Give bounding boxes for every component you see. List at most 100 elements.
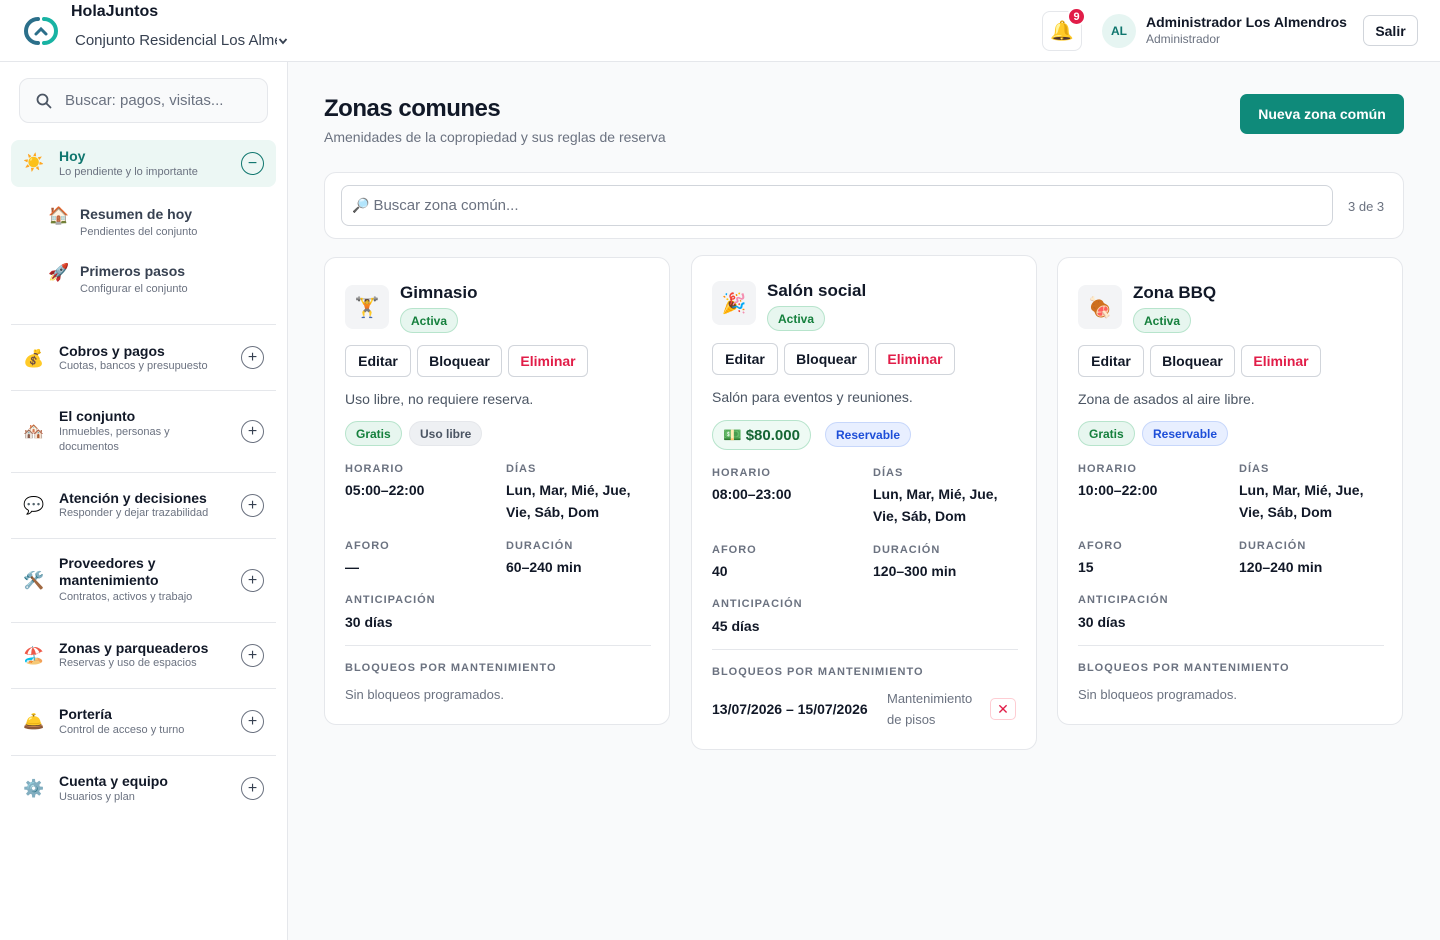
expand-icon[interactable]: + xyxy=(241,777,264,800)
zone-description: Zona de asados al aire libre. xyxy=(1078,391,1255,407)
condo-selector[interactable]: Conjunto Residencial Los Almendros xyxy=(75,32,288,49)
top-header: HolaJuntos Conjunto Residencial Los Alme… xyxy=(0,0,1440,62)
sidebar-item-porteria[interactable]: 🛎️ Portería Control de acceso y turno + xyxy=(11,689,276,755)
dias-value: Lun, Mar, Mié, Jue, Vie, Sáb, Dom xyxy=(873,486,998,524)
house-icon: 🏠 xyxy=(48,206,70,225)
sidebar-item-conjunto[interactable]: 🏘️ El conjunto Inmuebles, personas y doc… xyxy=(11,391,276,472)
app-logo[interactable] xyxy=(22,14,60,48)
sidebar-item-sublabel: Usuarios y plan xyxy=(59,791,135,803)
delete-button[interactable]: Eliminar xyxy=(1241,345,1321,377)
delete-button[interactable]: Eliminar xyxy=(508,345,588,377)
tools-icon: 🛠️ xyxy=(23,571,45,590)
sidebar-item-label: Zonas y parqueaderos xyxy=(59,640,209,656)
sidebar-subitem-label: Resumen de hoy xyxy=(80,206,193,222)
zone-name: Salón social xyxy=(767,281,867,300)
close-icon: ✕ xyxy=(997,700,1009,717)
chevron-down-icon xyxy=(278,37,288,44)
price-badge: 💵 $80.000 xyxy=(712,420,811,450)
zone-card-gimnasio: 🏋️ Gimnasio Activa Editar Bloquear Elimi… xyxy=(324,257,670,725)
sidebar-item-zonas[interactable]: 🏖️ Zonas y parqueaderos Reservas y uso d… xyxy=(11,623,276,688)
price-badge: Gratis xyxy=(1078,421,1135,446)
expand-icon[interactable]: + xyxy=(241,420,264,443)
dias-label: DÍAS xyxy=(873,467,904,479)
horario-label: HORARIO xyxy=(712,467,771,479)
dias-value: Lun, Mar, Mié, Jue, Vie, Sáb, Dom xyxy=(1239,482,1364,520)
expand-icon[interactable]: + xyxy=(241,569,264,592)
rocket-icon: 🚀 xyxy=(48,263,70,282)
anticipacion-label: ANTICIPACIÓN xyxy=(712,598,803,610)
duracion-label: DURACIÓN xyxy=(873,544,941,556)
zone-card-salon-social: 🎉 Salón social Activa Editar Bloquear El… xyxy=(691,255,1037,750)
sidebar-item-sublabel: Control de acceso y turno xyxy=(59,724,185,736)
delete-button[interactable]: Eliminar xyxy=(875,343,955,375)
party-popper-icon: 🎉 xyxy=(712,281,756,325)
sidebar-subitem-primeros-pasos[interactable]: 🚀 Primeros pasos Configurar el conjunto xyxy=(48,263,268,299)
anticipacion-value: 30 días xyxy=(1078,614,1126,630)
sidebar-item-sublabel: Cuotas, bancos y presupuesto xyxy=(59,360,208,372)
horario-value: 10:00–22:00 xyxy=(1078,482,1158,498)
zone-search-input[interactable]: 🔎 Buscar zona común... xyxy=(341,185,1333,226)
edit-button[interactable]: Editar xyxy=(345,345,411,377)
bloqueos-label: BLOQUEOS POR MANTENIMIENTO xyxy=(345,662,557,674)
sidebar-item-sublabel: Inmuebles, personas y documentos xyxy=(59,426,170,453)
sidebar-item-label: El conjunto xyxy=(59,408,136,424)
page-title: Zonas comunes xyxy=(324,95,501,122)
user-role: Administrador xyxy=(1146,32,1221,46)
zone-description: Salón para eventos y reuniones. xyxy=(712,389,913,405)
sidebar-item-cobros[interactable]: 💰 Cobros y pagos Cuotas, bancos y presup… xyxy=(11,325,276,390)
money-bag-icon: 💰 xyxy=(23,349,45,368)
expand-icon[interactable]: + xyxy=(241,494,264,517)
sidebar-item-label: Hoy xyxy=(59,148,86,164)
duracion-value: 120–240 min xyxy=(1239,559,1323,575)
sidebar-item-proveedores[interactable]: 🛠️ Proveedores y mantenimiento Contratos… xyxy=(11,539,276,622)
remove-block-button[interactable]: ✕ xyxy=(990,698,1016,720)
block-button[interactable]: Bloquear xyxy=(417,345,502,377)
anticipacion-value: 30 días xyxy=(345,614,393,630)
logout-button[interactable]: Salir xyxy=(1363,15,1418,46)
block-button[interactable]: Bloquear xyxy=(1150,345,1235,377)
horario-value: 05:00–22:00 xyxy=(345,482,425,498)
divider xyxy=(1078,645,1384,646)
zone-description: Uso libre, no requiere reserva. xyxy=(345,391,534,407)
notifications-badge: 9 xyxy=(1067,7,1086,26)
sidebar-item-atencion[interactable]: 💬 Atención y decisiones Responder y deja… xyxy=(11,473,276,538)
sidebar-item-label: Atención y decisiones xyxy=(59,490,207,506)
results-count: 3 de 3 xyxy=(1348,199,1385,214)
expand-icon[interactable]: + xyxy=(241,644,264,667)
no-blocks-text: Sin bloqueos programados. xyxy=(1078,687,1237,702)
duracion-label: DURACIÓN xyxy=(1239,540,1307,552)
avatar[interactable]: AL xyxy=(1102,14,1136,48)
dias-value: Lun, Mar, Mié, Jue, Vie, Sáb, Dom xyxy=(506,482,631,520)
sidebar-item-cuenta[interactable]: ⚙️ Cuenta y equipo Usuarios y plan + xyxy=(11,756,276,821)
block-button[interactable]: Bloquear xyxy=(784,343,869,375)
sidebar-item-hoy[interactable]: ☀️ Hoy Lo pendiente y lo importante − xyxy=(11,140,276,187)
weightlifter-icon: 🏋️ xyxy=(345,285,389,329)
user-name: Administrador Los Almendros xyxy=(1146,14,1347,30)
edit-button[interactable]: Editar xyxy=(1078,345,1144,377)
edit-button[interactable]: Editar xyxy=(712,343,778,375)
expand-icon[interactable]: + xyxy=(241,346,264,369)
meat-icon: 🍖 xyxy=(1078,285,1122,329)
zone-name: Zona BBQ xyxy=(1133,283,1217,302)
collapse-icon[interactable]: − xyxy=(241,152,264,175)
duracion-value: 120–300 min xyxy=(873,563,957,579)
sidebar-item-label: Proveedores y mantenimiento xyxy=(59,555,159,588)
houses-icon: 🏘️ xyxy=(23,422,45,441)
sidebar: Buscar: pagos, visitas... ☀️ Hoy Lo pend… xyxy=(0,62,288,940)
sidebar-search[interactable]: Buscar: pagos, visitas... xyxy=(19,78,268,123)
sidebar-item-sublabel: Reservas y uso de espacios xyxy=(59,657,197,669)
divider xyxy=(345,645,651,646)
reservable-badge: Reservable xyxy=(1142,421,1229,446)
block-dates: 13/07/2026 – 15/07/2026 xyxy=(712,701,868,717)
status-badge: Activa xyxy=(767,306,826,331)
sidebar-subitem-resumen[interactable]: 🏠 Resumen de hoy Pendientes del conjunto xyxy=(48,206,268,242)
divider xyxy=(712,649,1018,650)
duracion-value: 60–240 min xyxy=(506,559,582,575)
search-icon xyxy=(36,93,52,108)
status-badge: Activa xyxy=(400,308,459,333)
sidebar-item-label: Cuenta y equipo xyxy=(59,773,168,789)
expand-icon[interactable]: + xyxy=(241,710,264,733)
aforo-value: 15 xyxy=(1078,559,1094,575)
sidebar-item-sublabel: Contratos, activos y trabajo xyxy=(59,591,193,603)
new-zone-button[interactable]: Nueva zona común xyxy=(1240,94,1404,134)
